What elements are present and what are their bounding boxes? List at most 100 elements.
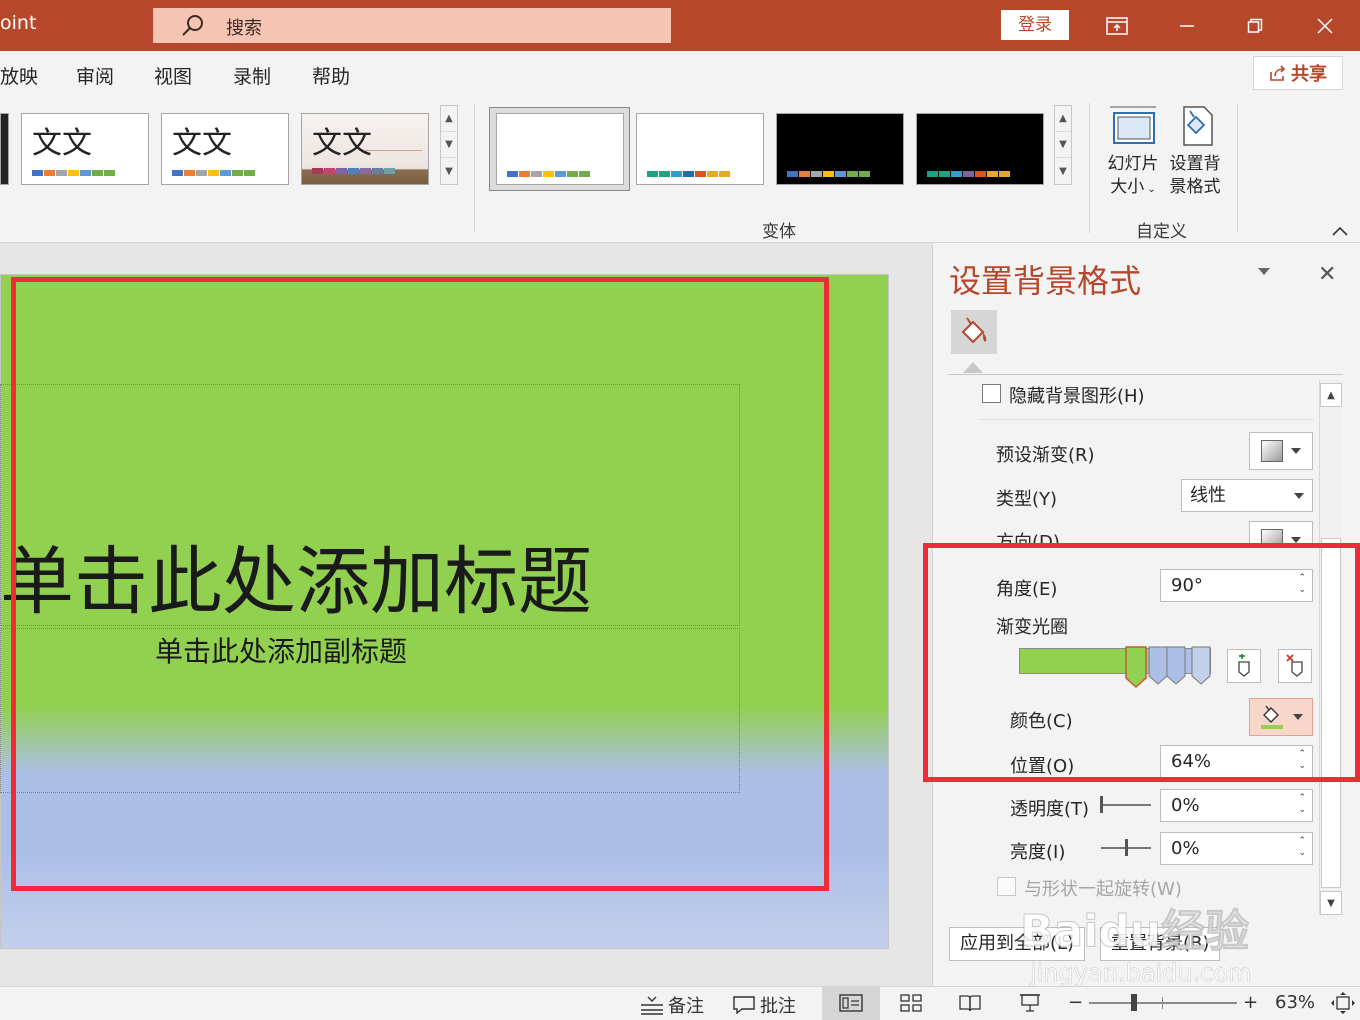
slideshow-button[interactable] bbox=[1018, 993, 1042, 1017]
brightness-input[interactable]: 0% ⌃ ⌄ bbox=[1160, 832, 1313, 865]
fit-to-window-button[interactable] bbox=[1331, 992, 1355, 1018]
chevron-down-icon bbox=[1294, 493, 1304, 499]
zoom-slider-center-mark bbox=[1162, 997, 1163, 1009]
annotation-highlight-pane bbox=[923, 543, 1360, 782]
transparency-slider[interactable] bbox=[1101, 804, 1151, 806]
rotate-with-shape-checkbox[interactable] bbox=[997, 877, 1016, 896]
gradient-swatch-icon bbox=[1261, 440, 1283, 462]
restore-button[interactable] bbox=[1224, 0, 1286, 51]
transparency-slider-thumb[interactable] bbox=[1100, 796, 1103, 813]
variant-thumb-4[interactable] bbox=[916, 113, 1044, 185]
ribbon-group-separator bbox=[1237, 103, 1238, 233]
zoom-in-button[interactable]: + bbox=[1243, 992, 1258, 1013]
ribbon-display-options-button[interactable] bbox=[1086, 0, 1148, 51]
hide-bg-graphics-checkbox[interactable] bbox=[982, 384, 1001, 403]
format-background-label: 设置背 bbox=[1169, 154, 1221, 174]
variant-color-strip bbox=[927, 171, 1010, 177]
spin-arrows-icon[interactable]: ⌃ ⌄ bbox=[1298, 792, 1306, 816]
tab-slideshow[interactable]: 放映 bbox=[0, 62, 38, 89]
zoom-level[interactable]: 63% bbox=[1275, 992, 1315, 1013]
brightness-slider-thumb[interactable] bbox=[1125, 839, 1128, 856]
fit-window-icon bbox=[1331, 992, 1355, 1014]
reading-view-icon bbox=[959, 995, 981, 1012]
type-select-value: 线性 bbox=[1190, 485, 1226, 506]
variant-thumb-3[interactable] bbox=[776, 113, 904, 185]
close-icon: ✕ bbox=[1318, 262, 1337, 287]
collapse-ribbon-button[interactable] bbox=[1331, 222, 1349, 241]
tab-review[interactable]: 审阅 bbox=[76, 62, 114, 89]
theme-thumb-office[interactable]: 文文 bbox=[21, 113, 149, 185]
theme-thumb-text: 文文 bbox=[312, 126, 372, 161]
variant-color-strip bbox=[507, 171, 590, 177]
tab-help[interactable]: 帮助 bbox=[312, 62, 350, 89]
slide-size-button[interactable]: 幻灯片 大小 ⌄ bbox=[1104, 103, 1162, 203]
scroll-up-icon[interactable]: ▲ bbox=[1320, 383, 1342, 407]
login-button[interactable]: 登录 bbox=[1001, 10, 1069, 40]
slide-size-label: 幻灯片 bbox=[1107, 154, 1159, 174]
theme-thumb-office-2[interactable]: 文文 bbox=[161, 113, 289, 185]
section-divider bbox=[978, 419, 1314, 420]
zoom-slider[interactable] bbox=[1089, 1002, 1237, 1004]
pane-divider bbox=[948, 374, 1343, 375]
gallery-up-icon[interactable]: ▲ bbox=[441, 106, 457, 132]
gallery-down-icon[interactable]: ▼ bbox=[441, 132, 457, 158]
comments-button[interactable]: 批注 bbox=[732, 992, 796, 1018]
zoom-out-label: − bbox=[1068, 992, 1084, 1013]
transparency-input[interactable]: 0% ⌃ ⌄ bbox=[1160, 789, 1313, 822]
brightness-value: 0% bbox=[1171, 838, 1200, 859]
format-background-label-2: 景格式 bbox=[1169, 177, 1221, 197]
theme-thumb-partial[interactable] bbox=[0, 113, 9, 185]
watermark-url: jingyan.baidu.com bbox=[1030, 959, 1252, 988]
chevron-down-icon bbox=[1291, 448, 1301, 454]
format-background-button[interactable]: 设置背 景格式 bbox=[1166, 103, 1224, 203]
spin-arrows-icon[interactable]: ⌃ ⌄ bbox=[1298, 835, 1306, 859]
theme-color-strip bbox=[32, 170, 115, 176]
preset-gradient-dropdown[interactable] bbox=[1249, 432, 1313, 470]
tab-view[interactable]: 视图 bbox=[154, 62, 192, 89]
type-select[interactable]: 线性 bbox=[1181, 479, 1313, 512]
fill-tab-button[interactable] bbox=[951, 310, 997, 354]
search-placeholder: 搜索 bbox=[226, 18, 262, 39]
variant-thumb-2[interactable] bbox=[636, 113, 764, 185]
notes-button[interactable]: 备注 bbox=[640, 992, 704, 1018]
annotation-highlight-slide bbox=[11, 277, 829, 891]
gallery-up-icon[interactable]: ▲ bbox=[1055, 106, 1071, 132]
restore-icon bbox=[1247, 18, 1263, 33]
minimize-button[interactable] bbox=[1156, 0, 1218, 51]
scroll-down-icon[interactable]: ▼ bbox=[1320, 891, 1342, 915]
app-title: oint bbox=[0, 12, 37, 34]
search-icon bbox=[178, 12, 208, 40]
ribbon-group-separator bbox=[1089, 103, 1090, 233]
minimize-icon bbox=[1180, 24, 1194, 27]
variants-gallery-scroll[interactable]: ▲ ▼ ▼ bbox=[1054, 105, 1072, 185]
variant-thumb-1[interactable] bbox=[496, 113, 624, 185]
zoom-out-button[interactable]: − bbox=[1068, 992, 1083, 1013]
tab-record[interactable]: 录制 bbox=[233, 62, 271, 89]
pane-options-button[interactable] bbox=[1258, 268, 1270, 275]
ribbon-group-separator bbox=[474, 103, 475, 233]
pane-close-button[interactable]: ✕ bbox=[1318, 262, 1336, 287]
reading-view-button[interactable] bbox=[958, 993, 982, 1017]
share-button[interactable]: 共享 bbox=[1253, 56, 1343, 90]
close-window-button[interactable] bbox=[1294, 0, 1356, 51]
variant-color-strip bbox=[787, 171, 870, 177]
menu-bar bbox=[0, 51, 1360, 97]
gallery-down-icon[interactable]: ▼ bbox=[1055, 132, 1071, 158]
variants-group-label: 变体 bbox=[762, 222, 796, 242]
theme-color-strip bbox=[172, 170, 255, 176]
gallery-more-icon[interactable]: ▼ bbox=[1055, 158, 1071, 184]
preset-gradient-label: 预设渐变(R) bbox=[996, 445, 1095, 466]
notes-icon bbox=[641, 996, 663, 1015]
transparency-value: 0% bbox=[1171, 795, 1200, 816]
tab-pointer bbox=[963, 362, 983, 373]
gallery-more-icon[interactable]: ▼ bbox=[441, 158, 457, 184]
themes-gallery-scroll[interactable]: ▲ ▼ ▼ bbox=[440, 105, 458, 185]
slide-sorter-button[interactable] bbox=[899, 993, 923, 1017]
transparency-label: 透明度(T) bbox=[1010, 799, 1090, 820]
notes-label: 备注 bbox=[668, 996, 704, 1017]
theme-thumb-wood[interactable]: 文文 bbox=[301, 113, 429, 185]
brightness-label: 亮度(I) bbox=[1010, 842, 1066, 863]
baidu-watermark: Baidu经验 jingyan.baidu.com bbox=[1019, 895, 1252, 988]
share-icon bbox=[1270, 65, 1286, 81]
zoom-slider-thumb[interactable] bbox=[1131, 994, 1137, 1011]
